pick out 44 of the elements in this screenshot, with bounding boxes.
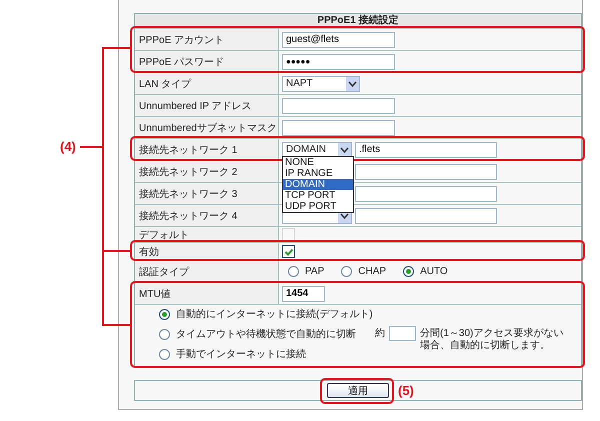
apply-button[interactable]: 適用	[327, 383, 389, 398]
field-label: Unnumbered IP アドレス	[135, 95, 279, 116]
text-field[interactable]: 1454	[282, 286, 325, 302]
field-label: 有効	[135, 243, 279, 260]
text-field[interactable]: guest@flets	[282, 32, 395, 48]
select-dropdown[interactable]: DOMAIN	[282, 142, 352, 158]
caret-icon	[346, 76, 359, 90]
text-field[interactable]	[355, 186, 497, 202]
radio-button[interactable]	[403, 266, 414, 277]
minutes-field[interactable]	[389, 326, 416, 341]
select-dropdown[interactable]: NAPT	[282, 76, 360, 92]
radio-option[interactable]: 自動的にインターネットに接続(デフォルト)	[159, 308, 375, 321]
field-label: 接続先ネットワーク 3	[135, 183, 279, 204]
callout-label: (4)	[60, 139, 76, 154]
field-label: 接続先ネットワーク 4	[135, 205, 279, 226]
field-label: MTU値	[135, 283, 279, 304]
timeout-prefix: 約	[375, 328, 385, 340]
callout-label: (5)	[398, 383, 414, 398]
field-label: 接続先ネットワーク 1	[135, 139, 279, 160]
field-label: PPPoE パスワード	[135, 51, 279, 72]
field-label: 接続先ネットワーク 2	[135, 161, 279, 182]
field-label: Unnumberedサブネットマスク	[135, 117, 279, 138]
radio-button[interactable]	[288, 266, 299, 277]
radio-option[interactable]: タイムアウトや待機状態で自動的に切断	[159, 328, 375, 341]
radio-button[interactable]	[159, 329, 170, 340]
text-field[interactable]	[355, 164, 497, 180]
radio-option[interactable]: 手動でインターネットに接続	[159, 348, 375, 361]
radio-option[interactable]: CHAP	[341, 266, 386, 277]
field-label: 認証タイプ	[135, 261, 279, 282]
text-field[interactable]	[355, 208, 497, 224]
radio-button[interactable]	[341, 266, 352, 277]
radio-option[interactable]: PAP	[288, 266, 324, 277]
dropdown-option[interactable]: DOMAIN	[283, 179, 353, 190]
radio-button[interactable]	[159, 309, 170, 320]
text-field[interactable]	[282, 120, 395, 136]
text-field[interactable]: .flets	[355, 142, 497, 158]
password-field[interactable]: ●●●●●	[282, 54, 395, 70]
field-label: LAN タイプ	[135, 73, 279, 94]
field-label: PPPoE アカウント	[135, 29, 279, 50]
timeout-description: 分間(1～30)アクセス要求がない場合、自動的に切断します。	[420, 328, 564, 352]
radio-button[interactable]	[159, 349, 170, 360]
checkbox[interactable]	[282, 245, 295, 258]
radio-option[interactable]: AUTO	[403, 266, 448, 277]
text-field[interactable]	[282, 98, 395, 114]
